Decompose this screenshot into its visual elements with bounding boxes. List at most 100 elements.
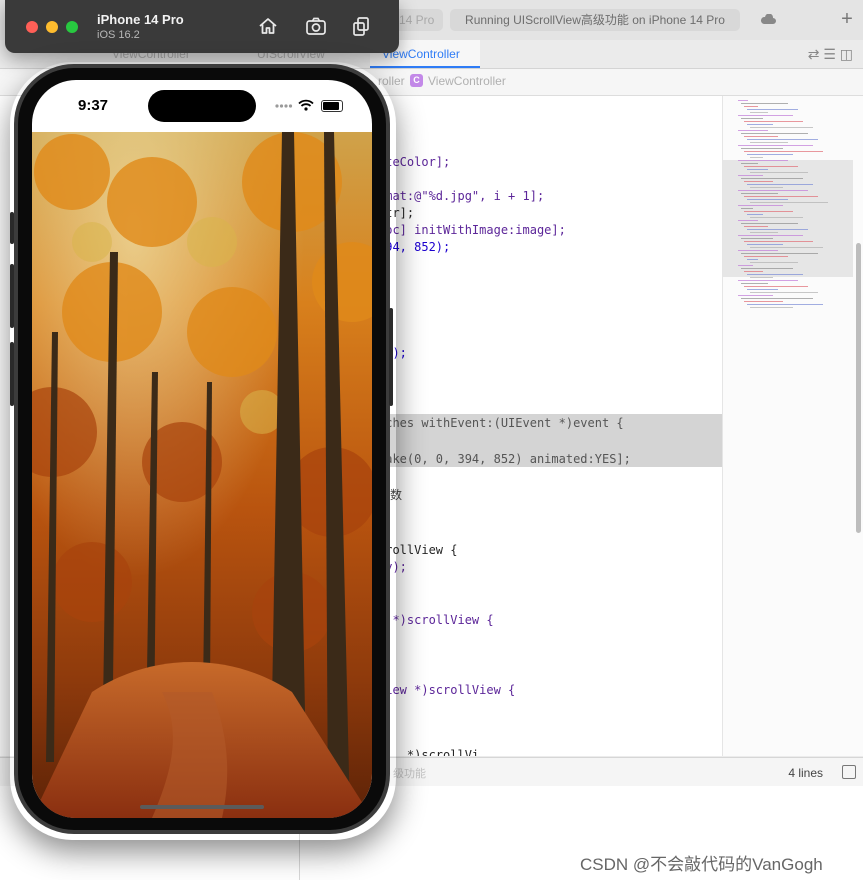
minimap-line [741,283,768,284]
minimap-line [738,130,768,131]
simulator-titlebar [5,0,399,53]
minimap-line [744,151,823,152]
minimap-line [744,241,813,242]
volume-up-button[interactable] [10,264,14,328]
minimap-line [750,292,818,293]
editor-scrollbar[interactable] [856,243,861,533]
home-indicator[interactable] [140,805,264,809]
minimap-line [750,127,813,128]
code-text: rmat:@"%d.jpg", i + 1]; [378,189,545,203]
minimap-line [744,166,798,167]
watermark: CSDN @不会敲代码的VanGogh [580,855,823,874]
minimap-line [747,274,803,275]
minimap-line [741,148,783,149]
minimap-line [747,244,783,245]
lines-count-label: 4 lines [788,766,823,780]
minimap-line [750,112,768,113]
xcode-scheme-tab[interactable]: 14 Pro [393,9,443,31]
minimap-line [747,139,818,140]
power-button[interactable] [389,308,393,406]
minimap-line [744,121,803,122]
code-line: View *)scrollView { [378,683,515,697]
home-icon[interactable] [257,15,279,37]
minimap-line [741,208,753,209]
minimap-line [744,106,758,107]
minimap-line [738,160,788,161]
cellular-signal-icon [275,104,293,108]
minimap-line [747,199,788,200]
cloud-icon[interactable] [760,14,776,24]
minimap-line [741,223,798,224]
minimap-line [747,124,773,125]
minimize-window-button[interactable] [46,21,58,33]
minimap-line [744,181,773,182]
minimap-line [747,214,763,215]
os-version: iOS 16.2 [97,29,140,41]
minimap-line [738,295,773,296]
minimap-line [744,226,768,227]
zoom-window-button[interactable] [66,21,78,33]
debug-bar-label: 级功能 [393,768,426,780]
scrollview-image[interactable] [32,132,372,818]
add-tab-icon[interactable]: + [838,9,856,29]
minimap-line [738,190,808,191]
code-text: Make(0, 0, 394, 852) animated:YES]; [378,452,631,466]
screenshot-icon[interactable] [305,15,327,37]
code-line: Make(0, 0, 394, 852) animated:YES]; [378,452,631,466]
minimap-line [741,118,763,119]
minimap-line [738,205,783,206]
minimap-line [744,211,793,212]
rotate-icon[interactable] [350,15,372,37]
objc-file-icon: C [410,74,423,87]
minimap-line [738,175,763,176]
minimap-line [738,145,813,146]
minimap-line [747,229,808,230]
dynamic-island [148,90,256,122]
battery-level [323,102,339,110]
minimap-line [738,250,778,251]
minimap-line [744,271,763,272]
minimap-line [747,109,798,110]
panel-toggle-icon[interactable] [842,765,856,779]
minimap-line [750,232,778,233]
minimap-line [750,142,788,143]
minimap-line [741,268,793,269]
code-line: uches withEvent:(UIEvent *)event { [378,416,624,430]
minimap-line [750,262,798,263]
minimap-line [741,103,788,104]
minimap-line [744,286,808,287]
minimap-line [741,298,813,299]
minimap-line [747,289,778,290]
code-text: View *)scrollView { [378,683,516,697]
minimap-line [738,220,758,221]
minimap-line [750,187,783,188]
wifi-icon [298,99,314,111]
minimap-line [741,178,803,179]
action-button[interactable] [10,212,14,244]
editor-options-icon[interactable]: ⇄ ☰ ◫ [808,46,853,63]
minimap-line [747,154,793,155]
volume-down-button[interactable] [10,342,14,406]
minimap-line [738,280,798,281]
minimap-line [738,115,793,116]
minimap-line [750,217,803,218]
jumpbar-crumb-file[interactable]: ViewController [428,74,506,88]
minimap-line [744,301,783,302]
code-line: rmat:@"%d.jpg", i + 1]; [378,189,544,203]
close-window-button[interactable] [26,21,38,33]
xcode-run-status: Running UIScrollView高级功能 on iPhone 14 Pr… [450,9,740,31]
minimap-line [738,235,803,236]
minimap-line [747,169,768,170]
minimap-line [744,256,788,257]
minimap-line [744,196,818,197]
minimap-line [741,238,773,239]
minimap-line [750,277,773,278]
minimap-line [741,253,818,254]
code-text: loc] initWithImage:image]; [378,223,566,237]
minimap-line [750,157,763,158]
code-text: uches withEvent:(UIEvent *)event { [378,416,624,430]
minimap-line [750,307,793,308]
minimap-line [741,163,758,164]
code-line: loc] initWithImage:image]; [378,223,566,237]
minimap-line [747,184,813,185]
